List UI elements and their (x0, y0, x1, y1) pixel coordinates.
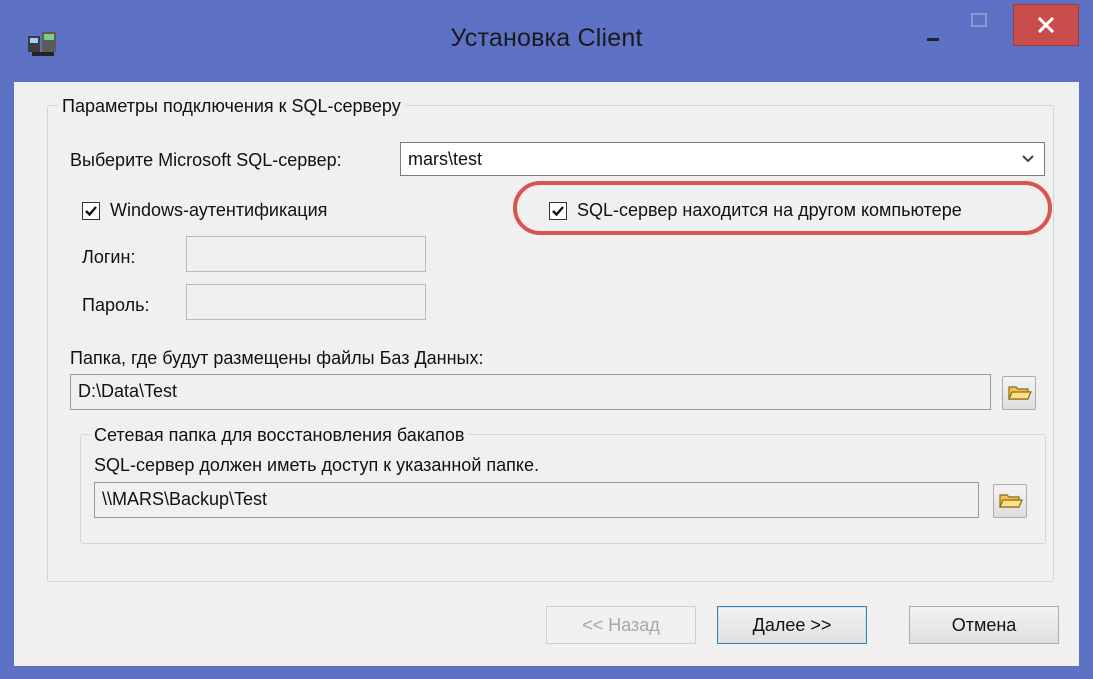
chevron-down-icon[interactable] (1020, 151, 1036, 167)
close-icon (1037, 16, 1055, 34)
close-button[interactable] (1013, 4, 1079, 46)
server-combobox[interactable]: mars\test (400, 142, 1045, 176)
db-folder-value: D:\Data\Test (78, 381, 178, 401)
dialog-content: Параметры подключения к SQL-серверу Выбе… (14, 82, 1079, 666)
db-folder-browse-button[interactable] (1002, 376, 1036, 410)
backup-folder-group-title: Сетевая папка для восстановления бакапов (90, 425, 469, 446)
server-select-label: Выберите Microsoft SQL-сервер: (70, 150, 342, 170)
windows-auth-checkbox[interactable] (82, 202, 100, 220)
login-field[interactable] (186, 236, 426, 272)
backup-folder-note: SQL-сервер должен иметь доступ к указанн… (94, 455, 539, 475)
maximize-icon (971, 13, 987, 27)
password-field[interactable] (186, 284, 426, 320)
cancel-button[interactable]: Отмена (909, 606, 1059, 644)
installer-window: Установка Client Параметры подключения к… (0, 0, 1093, 679)
windows-auth-label: Windows-аутентификация (110, 200, 328, 220)
folder-open-icon (1008, 386, 1032, 400)
password-label: Пароль: (82, 295, 150, 315)
server-combobox-value: mars\test (408, 149, 483, 169)
annotation-highlight-ring (513, 181, 1052, 235)
backup-folder-browse-button[interactable] (993, 484, 1027, 518)
maximize-button[interactable] (958, 4, 1002, 46)
login-label: Логин: (82, 247, 136, 267)
minimize-icon (927, 38, 939, 41)
backup-folder-field[interactable]: \\MARS\Backup\Test (94, 482, 979, 518)
minimize-button[interactable] (911, 4, 955, 46)
folder-open-icon (999, 494, 1023, 508)
title-bar[interactable]: Установка Client (0, 0, 1093, 82)
db-folder-label: Папка, где будут размещены файлы Баз Дан… (70, 348, 484, 368)
connection-settings-group-title: Параметры подключения к SQL-серверу (58, 96, 405, 117)
back-button[interactable]: << Назад (546, 606, 696, 644)
db-folder-field[interactable]: D:\Data\Test (70, 374, 991, 410)
next-button[interactable]: Далее >> (717, 606, 867, 644)
checkmark-icon (85, 206, 97, 217)
backup-folder-value: \\MARS\Backup\Test (102, 489, 268, 509)
